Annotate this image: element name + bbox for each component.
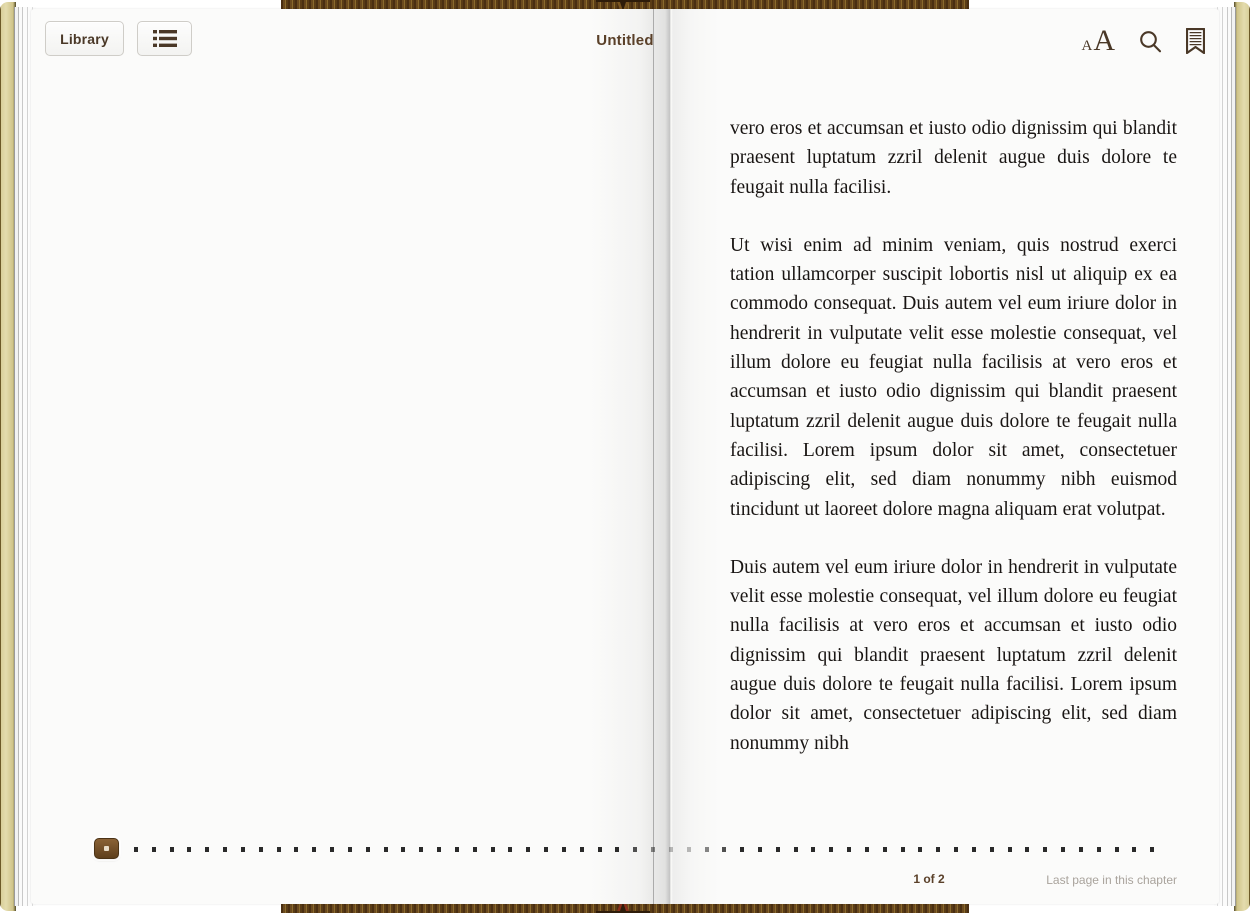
page-slider-dot: [187, 846, 192, 852]
page-slider-dot: [383, 846, 388, 852]
page-slider-dot: [561, 846, 566, 852]
page-slider-dot: [490, 846, 495, 852]
page-slider-dot: [1025, 846, 1030, 852]
page-slider-dot: [312, 846, 317, 852]
page-slider-dot: [1096, 846, 1101, 852]
page-slider-dot: [223, 846, 228, 852]
book-cover-edge-right: [1234, 2, 1250, 911]
page-slider-dot: [936, 846, 941, 852]
page-slider-dot: [1078, 846, 1083, 852]
page-slider-dot: [1043, 846, 1048, 852]
page-position-slider[interactable]: [75, 838, 1155, 862]
page-slider-dot: [793, 846, 798, 852]
paragraph: vero eros et accumsan et iusto odio dign…: [730, 118, 1177, 198]
page-slider-dot: [1150, 846, 1155, 852]
page-slider-dots: [134, 845, 1155, 853]
page-slider-dot: [740, 846, 745, 852]
page-slider-dot: [633, 846, 638, 852]
page-slider-dot: [294, 846, 299, 852]
reader-footer: 1 of 2 Last page in this chapter: [31, 838, 1219, 904]
page-slider-dot: [419, 846, 424, 852]
page-slider-dot: [401, 846, 406, 852]
page-slider-dot: [508, 846, 513, 852]
book-frame: Library Untitled AA vero eros et accumsa…: [0, 0, 1250, 913]
page-slider-dot: [1114, 846, 1119, 852]
page-slider-dot: [205, 846, 210, 852]
paragraph: Ut wisi enim ad minim veniam, quis nostr…: [730, 234, 1177, 520]
page-slider-dot: [989, 846, 994, 852]
page-slider-dot: [276, 846, 281, 852]
page-slider-dot: [437, 846, 442, 852]
page-slider-dot: [900, 846, 905, 852]
paragraph: Duis autem vel eum iriure dolor in hendr…: [730, 556, 1177, 754]
toolbar-right-icons: AA: [1081, 19, 1205, 63]
page-left[interactable]: [31, 79, 623, 839]
page-spread: Library Untitled AA vero eros et accumsa…: [31, 9, 1219, 904]
page-slider-dot: [954, 846, 959, 852]
page-slider-dot: [882, 846, 887, 852]
page-slider-dot: [169, 846, 174, 852]
page-right-body: vero eros et accumsan et iusto odio dign…: [730, 114, 1177, 758]
chapter-status-label: Last page in this chapter: [1046, 873, 1177, 887]
page-slider-dot: [526, 846, 531, 852]
page-slider-dot: [544, 846, 549, 852]
page-slider-thumb[interactable]: [94, 838, 119, 859]
page-slider-dot: [365, 846, 370, 852]
page-slider-dot: [1007, 846, 1012, 852]
page-slider-dot: [151, 846, 156, 852]
footer-status: 1 of 2 Last page in this chapter: [671, 872, 1219, 892]
page-slider-dot: [579, 846, 584, 852]
page-slider-dot: [775, 846, 780, 852]
page-slider-dot: [472, 846, 477, 852]
page-slider-dot: [597, 846, 602, 852]
page-slider-dot: [1132, 846, 1137, 852]
page-slider-dot: [615, 846, 620, 852]
page-slider-dot: [240, 846, 245, 852]
page-slider-dot: [686, 846, 691, 852]
page-slider-dot: [757, 846, 762, 852]
reader-toolbar: Library Untitled AA: [31, 9, 1219, 79]
font-size-large-a: A: [1093, 24, 1115, 57]
page-slider-dot: [918, 846, 923, 852]
page-slider-dot: [971, 846, 976, 852]
page-slider-dot: [847, 846, 852, 852]
page-slider-dot: [134, 846, 138, 852]
search-icon[interactable]: [1138, 29, 1163, 54]
page-slider-dot: [811, 846, 816, 852]
page-slider-dot: [651, 846, 656, 852]
page-slider-dot: [722, 846, 727, 852]
page-slider-dot: [829, 846, 834, 852]
page-slider-dot: [330, 846, 335, 852]
page-slider-dot: [864, 846, 869, 852]
page-slider-dot: [1061, 846, 1066, 852]
book-spine-line: [653, 9, 654, 904]
page-slider-dot: [704, 846, 709, 852]
page-slider-dot: [668, 846, 673, 852]
page-slider-dot: [258, 846, 263, 852]
page-right[interactable]: vero eros et accumsan et iusto odio dign…: [671, 79, 1219, 839]
font-size-small-a: A: [1081, 38, 1093, 54]
book-title: Untitled: [596, 32, 654, 49]
page-slider-dot: [454, 846, 459, 852]
page-slider-dot: [347, 846, 352, 852]
font-size-icon[interactable]: AA: [1081, 26, 1115, 56]
bookmark-icon[interactable]: [1186, 28, 1205, 54]
